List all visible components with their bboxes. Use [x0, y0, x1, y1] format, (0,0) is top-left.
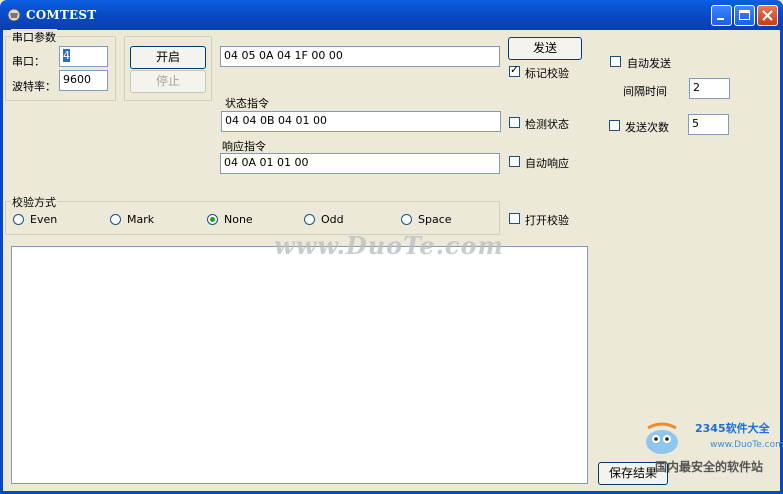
minimize-button[interactable] — [711, 5, 732, 26]
status-input[interactable]: 04 04 0B 04 01 00 — [221, 111, 501, 132]
watermark-text: www.DuoTe.com — [274, 231, 504, 260]
auto-response-label: 自动响应 — [525, 157, 569, 170]
parity-mark-radio[interactable] — [110, 214, 121, 225]
response-input[interactable]: 04 0A 01 01 00 — [220, 153, 500, 174]
title-bar: COMTEST — [0, 0, 783, 30]
open-parity-checkbox[interactable] — [509, 213, 520, 224]
response-label: 响应指令 — [222, 140, 266, 153]
send-count-label: 发送次数 — [625, 121, 669, 134]
parity-odd-radio[interactable] — [304, 214, 315, 225]
send-count-input[interactable]: 5 — [688, 114, 729, 135]
parity-group-label: 校验方式 — [11, 194, 57, 210]
send-button[interactable]: 发送 — [508, 37, 582, 60]
interval-label: 间隔时间 — [623, 85, 667, 98]
open-parity-label: 打开校验 — [525, 214, 569, 227]
parity-none-radio[interactable] — [207, 214, 218, 225]
maximize-button[interactable] — [734, 5, 755, 26]
command-input[interactable]: 04 05 0A 04 1F 00 00 — [220, 46, 500, 67]
baud-label: 波特率： — [12, 80, 56, 93]
auto-send-label: 自动发送 — [627, 57, 671, 70]
serial-params-label: 串口参数 — [11, 29, 57, 45]
window-title: COMTEST — [26, 8, 97, 22]
url-watermark: www.DuoTe.com — [710, 440, 783, 450]
parity-space-radio[interactable] — [401, 214, 412, 225]
detect-status-checkbox[interactable] — [509, 117, 520, 128]
port-value: 4 — [63, 49, 70, 62]
maximize-icon — [739, 10, 750, 20]
mascot-icon — [646, 422, 678, 454]
close-button[interactable] — [757, 5, 778, 26]
auto-response-checkbox[interactable] — [509, 156, 520, 167]
parity-none-label: None — [224, 213, 253, 226]
brand-watermark: 2345软件大全 — [695, 422, 770, 435]
parity-even-label: Even — [30, 213, 58, 226]
port-label: 串口： — [12, 55, 45, 68]
port-input[interactable]: 4 — [59, 46, 108, 67]
baud-input[interactable]: 9600 — [59, 70, 108, 91]
detect-status-label: 检测状态 — [525, 118, 569, 131]
parity-space-label: Space — [418, 213, 452, 226]
mark-check-label: 标记校验 — [525, 67, 569, 80]
open-button[interactable]: 开启 — [130, 46, 206, 69]
parity-even-radio[interactable] — [13, 214, 24, 225]
parity-odd-label: Odd — [321, 213, 344, 226]
interval-input[interactable]: 2 — [689, 78, 730, 99]
mark-check-checkbox[interactable] — [509, 63, 520, 77]
status-label: 状态指令 — [225, 97, 269, 110]
auto-send-checkbox[interactable] — [610, 56, 621, 67]
send-count-checkbox[interactable] — [609, 120, 620, 131]
stop-button[interactable]: 停止 — [130, 70, 206, 93]
minimize-icon — [717, 18, 724, 20]
parity-mark-label: Mark — [127, 213, 155, 226]
app-icon — [7, 8, 21, 22]
close-icon — [762, 10, 773, 21]
tagline-watermark: 国内最安全的软件站 — [655, 460, 764, 474]
output-textarea[interactable] — [11, 246, 588, 484]
